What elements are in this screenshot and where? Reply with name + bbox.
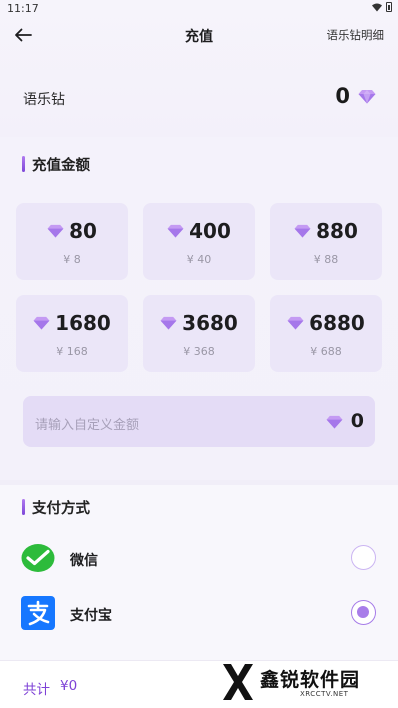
watermark: 鑫锐软件园 XRCCTV.NET [220,661,390,703]
diamond-icon [33,316,50,330]
watermark-name: 鑫锐软件园 [260,669,361,691]
card-amount: 80 [16,218,128,244]
amount-option-80[interactable]: 80 ¥ 8 [16,203,128,280]
amount-value: 400 [189,219,231,243]
section-accent-bar [22,499,25,515]
card-amount: 3680 [143,310,255,336]
alipay-icon [21,596,55,630]
recharge-section-title: 充值金额 [22,154,90,174]
recharge-section-label: 充值金额 [32,157,90,174]
diamond-detail-link[interactable]: 语乐钻明细 [327,27,385,43]
amount-value: 6880 [309,311,365,335]
status-icons [372,2,392,12]
status-bar: 11:17 [0,0,398,18]
custom-amount-placeholder: 请输入自定义金额 [35,418,140,433]
amount-price: ¥ 688 [310,345,342,358]
amount-price: ¥ 40 [186,253,212,266]
arrow-left-icon [15,28,32,42]
radio-alipay[interactable] [351,600,376,625]
payment-section-label: 支付方式 [32,500,90,517]
balance-row: 语乐钻 0 [0,72,398,122]
total-value: ¥0 [60,678,78,694]
diamond-icon [160,316,177,330]
amount-option-3680[interactable]: 3680 ¥ 368 [143,295,255,372]
amount-price: ¥ 168 [56,345,88,358]
amount-value: 1680 [55,311,111,335]
watermark-site: XRCCTV.NET [300,690,349,698]
amount-value: 3680 [182,311,238,335]
amount-price: ¥ 8 [63,253,81,266]
diamond-icon [326,415,343,429]
amount-price: ¥ 88 [313,253,339,266]
custom-amount-value: 0 [350,410,364,432]
wifi-icon [372,3,382,11]
payment-section-title: 支付方式 [22,497,90,517]
balance-label: 语乐钻 [23,92,65,108]
diamond-icon [287,316,304,330]
diamond-icon [294,224,311,238]
app-header: 充值 语乐钻明细 [0,18,398,52]
card-amount: 400 [143,218,255,244]
payment-label-alipay: 支付宝 [70,608,112,624]
payment-option-wechat[interactable]: 微信 [0,537,398,579]
amount-option-6880[interactable]: 6880 ¥ 688 [270,295,382,372]
custom-amount-input[interactable]: 请输入自定义金额 0 [23,396,375,447]
wechat-pay-icon [21,544,55,572]
radio-wechat[interactable] [351,545,376,570]
section-accent-bar [22,156,25,172]
back-button[interactable] [12,24,34,46]
amount-value: 880 [316,219,358,243]
card-amount: 880 [270,218,382,244]
amount-value: 80 [69,219,97,243]
card-amount: 1680 [16,310,128,336]
diamond-icon [167,224,184,238]
payment-label-wechat: 微信 [70,553,98,569]
watermark-logo-icon [223,664,253,700]
status-time: 11:17 [7,2,39,15]
card-amount: 6880 [270,310,382,336]
diamond-icon [47,224,64,238]
balance-value: 0 [335,84,350,108]
amount-price: ¥ 368 [183,345,215,358]
battery-icon [386,2,392,12]
amount-option-1680[interactable]: 1680 ¥ 168 [16,295,128,372]
amount-option-400[interactable]: 400 ¥ 40 [143,203,255,280]
page-title-text: 充值 [185,29,213,45]
amount-option-880[interactable]: 880 ¥ 88 [270,203,382,280]
diamond-icon [358,90,376,104]
payment-option-alipay[interactable]: 支付宝 [0,592,398,634]
total-label: 共计 [23,682,50,698]
